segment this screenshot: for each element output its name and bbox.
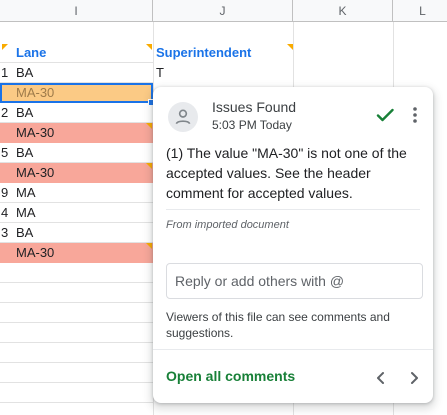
column-header-l[interactable]: L: [393, 0, 447, 22]
comment-author: Issues Found: [212, 99, 297, 115]
gridline: [0, 402, 153, 403]
column-header-k[interactable]: K: [293, 0, 393, 22]
chevron-left-icon[interactable]: [372, 369, 390, 387]
column-letter: L: [419, 3, 426, 18]
check-icon[interactable]: [373, 103, 397, 127]
cell-superintendent[interactable]: T: [153, 63, 293, 83]
open-all-comments-link[interactable]: Open all comments: [166, 368, 295, 384]
more-vert-icon[interactable]: [407, 103, 423, 127]
cell-lane[interactable]: BA: [0, 63, 153, 83]
cell-lane[interactable]: MA: [0, 203, 153, 223]
divider: [166, 209, 420, 210]
reply-input[interactable]: Reply or add others with @: [166, 263, 423, 299]
gridline: [0, 302, 153, 303]
cell-lane[interactable]: BA: [0, 143, 153, 163]
cell-lane[interactable]: BA: [0, 103, 153, 123]
comment-source-note: From imported document: [166, 219, 289, 231]
column-letter: K: [338, 3, 347, 18]
header-label: Lane: [16, 45, 47, 60]
comment-indicator: [146, 163, 152, 169]
cell-lane[interactable]: MA-30: [0, 243, 153, 263]
gridline: [0, 342, 153, 343]
comment-indicator: [287, 44, 293, 50]
cell-lane-header[interactable]: Lane: [0, 43, 153, 63]
column-header-j[interactable]: J: [153, 0, 293, 22]
gridline: [0, 382, 153, 383]
chevron-right-icon[interactable]: [405, 369, 423, 387]
cell-lane[interactable]: MA-30: [0, 123, 153, 143]
gridline: [0, 282, 153, 283]
comment-indicator: [146, 123, 152, 129]
column-letter: J: [219, 3, 226, 18]
comment-indicator: [146, 243, 152, 249]
comment-body: (1) The value "MA-30" is not one of the …: [166, 145, 407, 201]
cell-lane[interactable]: MA-30: [0, 83, 153, 103]
cell-lane[interactable]: MA: [0, 183, 153, 203]
visibility-notice: Viewers of this file can see comments an…: [166, 310, 390, 340]
comment-indicator: [146, 44, 152, 50]
column-letter: I: [74, 3, 78, 18]
gridline: [0, 362, 153, 363]
divider: [153, 349, 433, 350]
header-label: Superintendent: [156, 45, 252, 60]
comment-time: 5:03 PM Today: [212, 118, 292, 132]
gridline: [0, 322, 153, 323]
person-icon: [168, 102, 198, 132]
cell-lane[interactable]: BA: [0, 223, 153, 243]
cell-lane[interactable]: MA-30: [0, 163, 153, 183]
cell-superintendent-header[interactable]: Superintendent: [153, 43, 293, 63]
comment-card: Issues Found 5:03 PM Today (1) The value…: [153, 87, 433, 403]
column-header-i[interactable]: I: [0, 0, 153, 22]
